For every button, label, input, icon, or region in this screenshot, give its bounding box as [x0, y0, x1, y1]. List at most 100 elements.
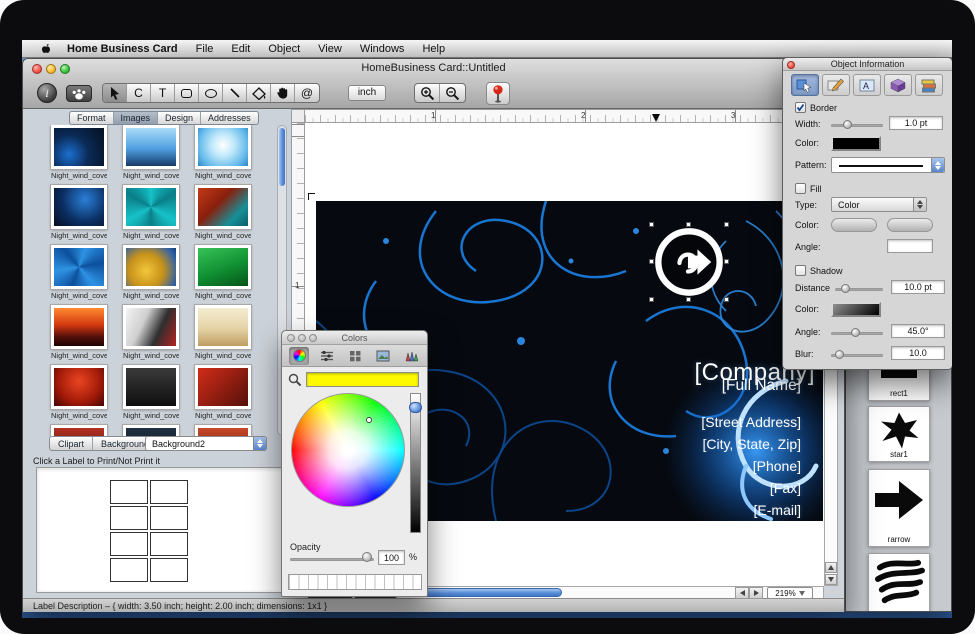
search-icon[interactable]	[288, 373, 302, 392]
tab-images[interactable]: Images	[114, 112, 159, 124]
scroll-down-button[interactable]	[825, 574, 837, 585]
fill-tool[interactable]	[247, 84, 271, 102]
swatch-strip[interactable]	[288, 574, 422, 590]
tab-format[interactable]: Format	[70, 112, 114, 124]
shadow-blur-field[interactable]: 10.0	[891, 346, 945, 360]
email-tool[interactable]: @	[295, 84, 319, 102]
line-tool[interactable]	[223, 84, 247, 102]
selection-handle[interactable]	[724, 222, 729, 227]
menu-object[interactable]: Object	[259, 40, 309, 57]
paw-button[interactable]	[66, 85, 92, 102]
curve-tool[interactable]: C	[127, 84, 151, 102]
color-wheel-tab[interactable]	[289, 347, 309, 365]
selection-handle[interactable]	[724, 297, 729, 302]
label-cell[interactable]	[150, 558, 188, 582]
thumbnail[interactable]: Night_wind_cover_...	[123, 305, 179, 365]
appearance-tab[interactable]	[791, 74, 819, 96]
sidebar-scrollbar-thumb[interactable]	[279, 128, 285, 186]
contact-text-block[interactable]: [Full Name] [Street Address] [City, Stat…	[701, 377, 801, 518]
color-palettes-tab[interactable]	[345, 347, 365, 365]
selection-handle[interactable]	[724, 259, 729, 264]
minimize-button[interactable]	[298, 334, 306, 342]
border-width-slider[interactable]	[831, 124, 883, 127]
fill-checkbox[interactable]	[795, 183, 806, 194]
thumbnail[interactable]: Night_wind_cover_...	[51, 245, 107, 305]
shadow-angle-slider-knob[interactable]	[851, 328, 860, 337]
label-cell[interactable]	[110, 506, 148, 530]
opacity-value-field[interactable]: 100	[378, 550, 405, 565]
menu-help[interactable]: Help	[413, 40, 454, 57]
select-tool[interactable]	[103, 84, 127, 102]
stepper-arrows-icon[interactable]	[931, 158, 944, 172]
fill-type-select[interactable]: Color	[831, 197, 927, 212]
menu-windows[interactable]: Windows	[351, 40, 414, 57]
selection-handle[interactable]	[649, 297, 654, 302]
scroll-right-button[interactable]	[749, 587, 763, 599]
close-button[interactable]	[787, 61, 795, 69]
thumbnail[interactable]: Night_wind_cover_...	[123, 185, 179, 245]
shadow-checkbox[interactable]	[795, 265, 806, 276]
phone-text[interactable]: [Phone]	[753, 458, 801, 474]
scroll-left-button[interactable]	[735, 587, 749, 599]
thumbnail[interactable]: Night_wind_cover_...	[123, 125, 179, 185]
map-pin-button[interactable]	[486, 82, 510, 105]
email-text[interactable]: [E-mail]	[754, 502, 801, 518]
image-palettes-tab[interactable]	[373, 347, 393, 365]
stepper-arrows-icon[interactable]	[253, 437, 266, 450]
current-color-well[interactable]	[306, 372, 419, 387]
menu-view[interactable]: View	[309, 40, 351, 57]
city-text[interactable]: [City, State, Zip]	[702, 436, 801, 452]
full-name-text[interactable]: [Full Name]	[722, 377, 801, 395]
background-select[interactable]: Background2	[145, 436, 267, 451]
thumbnail[interactable]: Night_wind_cover_...	[51, 125, 107, 185]
thumbnail[interactable]: Night_wind_cover_...	[51, 365, 107, 425]
opacity-slider-knob[interactable]	[362, 552, 372, 562]
close-button[interactable]	[287, 334, 295, 342]
thumbnail[interactable]: Night_wind_cover_...	[195, 305, 251, 365]
street-text[interactable]: [Street Address]	[701, 414, 801, 430]
pen-tab[interactable]	[822, 74, 850, 96]
shape-item-scribble[interactable]	[868, 553, 930, 612]
shape-item-star1[interactable]: star1	[868, 406, 930, 462]
3d-box-tab[interactable]	[884, 74, 912, 96]
thumbnail[interactable]	[123, 425, 179, 436]
color-sliders-tab[interactable]	[317, 347, 337, 365]
oval-tool[interactable]	[199, 84, 223, 102]
fill-color-swatch-1[interactable]	[831, 218, 877, 232]
tab-addresses[interactable]: Addresses	[201, 112, 258, 124]
selection-handle[interactable]	[686, 297, 691, 302]
scroll-up-button[interactable]	[825, 562, 837, 573]
thumbnail[interactable]	[51, 425, 107, 436]
shadow-blur-slider-knob[interactable]	[835, 350, 844, 359]
label-cell[interactable]	[110, 558, 148, 582]
brightness-slider-knob[interactable]	[409, 402, 422, 413]
fill-angle-field[interactable]	[887, 239, 933, 253]
selection-handle[interactable]	[686, 222, 691, 227]
company-logo[interactable]	[652, 225, 726, 299]
zoom-level-control[interactable]: 219%	[767, 587, 813, 599]
stepper-arrows-icon[interactable]	[913, 198, 926, 211]
thumbnail[interactable]: Night_wind_cover_...	[123, 365, 179, 425]
thumbnail[interactable]: Night_wind_cover_...	[195, 185, 251, 245]
border-color-swatch[interactable]	[831, 136, 881, 151]
label-cell[interactable]	[150, 480, 188, 504]
text-tool[interactable]: T	[151, 84, 175, 102]
label-cell[interactable]	[150, 532, 188, 556]
text-style-tab[interactable]: A	[853, 74, 881, 96]
crayons-tab[interactable]	[401, 347, 421, 365]
zoom-button[interactable]	[309, 334, 317, 342]
fax-text[interactable]: [Fax]	[770, 480, 801, 496]
zoom-in-button[interactable]	[415, 84, 440, 102]
thumbnail[interactable]: Night_wind_cover_...	[195, 365, 251, 425]
units-control[interactable]: inch	[348, 85, 386, 101]
label-cell[interactable]	[110, 480, 148, 504]
border-checkbox[interactable]	[795, 102, 806, 113]
color-wheel-marker[interactable]	[366, 417, 372, 423]
label-cell[interactable]	[110, 532, 148, 556]
shadow-distance-field[interactable]: 10.0 pt	[891, 280, 945, 294]
border-width-field[interactable]: 1.0 pt	[889, 116, 943, 130]
shape-item-rarrow[interactable]: rarrow	[868, 469, 930, 547]
thumbnail[interactable]: Night_wind_cover_...	[51, 185, 107, 245]
pan-tool[interactable]	[271, 84, 295, 102]
layers-tab[interactable]	[915, 74, 943, 96]
